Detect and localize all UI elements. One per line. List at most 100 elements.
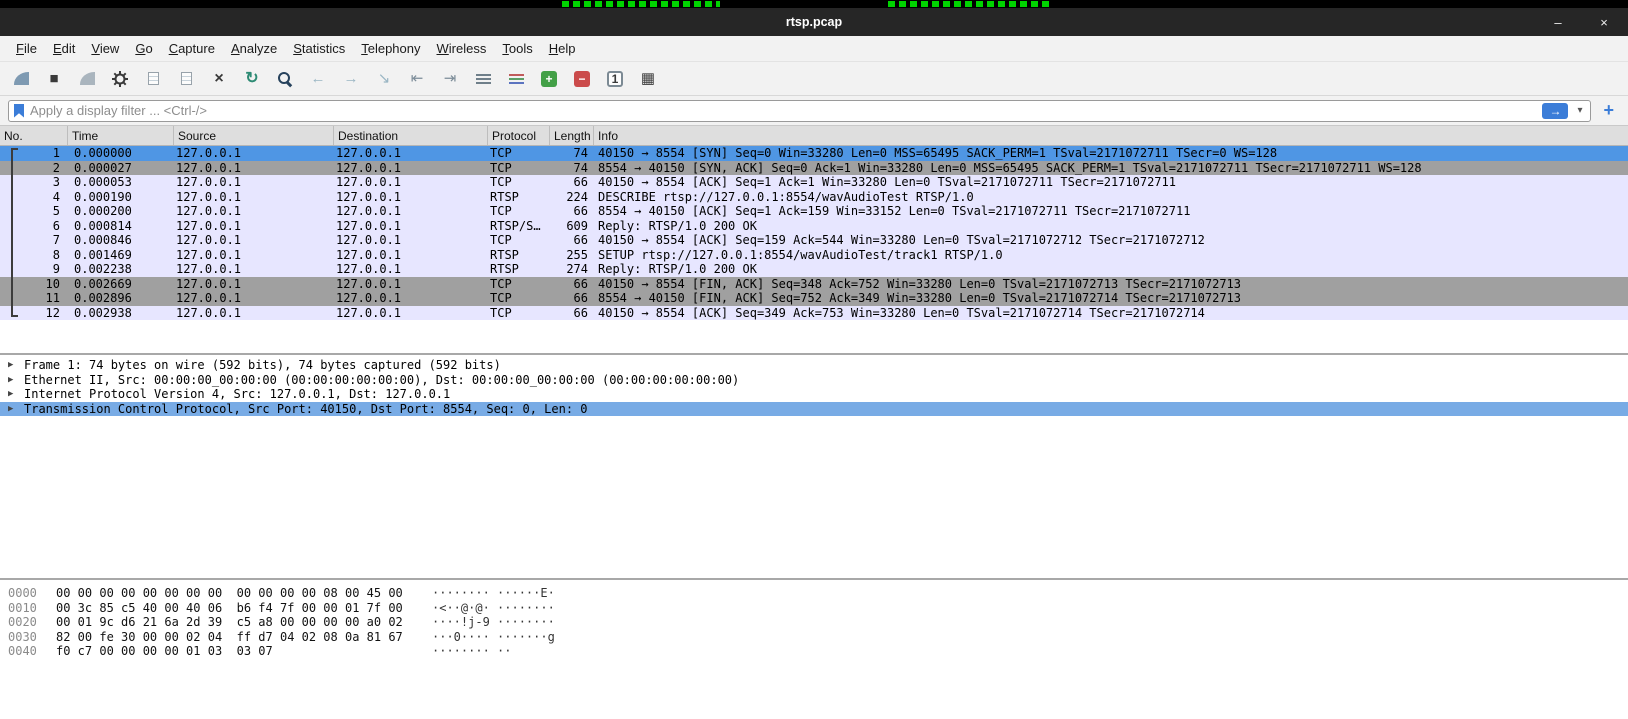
cell-src: 127.0.0.1 [174,161,334,176]
menu-view[interactable]: View [83,38,127,59]
packet-row-4[interactable]: 40.000190127.0.0.1127.0.0.1RTSP224DESCRI… [0,190,1628,205]
cell-time: 0.001469 [68,248,174,263]
find-packet-button[interactable] [272,66,298,92]
packet-row-10[interactable]: 100.002669127.0.0.1127.0.0.1TCP6640150 →… [0,277,1628,292]
column-header-no[interactable]: No. [0,126,68,145]
menu-tools[interactable]: Tools [494,38,540,59]
window-buttons: – × [1550,15,1612,30]
expand-arrow-icon[interactable]: ▶ [8,389,22,399]
packet-row-1[interactable]: 10.000000127.0.0.1127.0.0.1TCP7440150 → … [0,146,1628,161]
cell-len: 66 [550,204,594,219]
packet-row-2[interactable]: 20.000027127.0.0.1127.0.0.1TCP748554 → 4… [0,161,1628,176]
expand-arrow-icon[interactable]: ▶ [8,360,22,370]
cell-info: 8554 → 40150 [ACK] Seq=1 Ack=159 Win=331… [594,204,1628,219]
detail-line[interactable]: ▶Ethernet II, Src: 00:00:00_00:00:00 (00… [0,373,1628,388]
detail-line[interactable]: ▶Frame 1: 74 bytes on wire (592 bits), 7… [0,358,1628,373]
hex-row-0000[interactable]: 000000 00 00 00 00 00 00 00 00 00 00 00 … [0,586,1628,601]
go-forward-button[interactable]: → [338,66,364,92]
start-capture-button[interactable] [8,66,34,92]
menu-go[interactable]: Go [127,38,160,59]
colorize-button[interactable] [503,66,529,92]
display-filter-input[interactable] [30,103,1536,118]
go-last-packet-button[interactable]: ⇥ [437,66,463,92]
auto-scroll-button[interactable] [470,66,496,92]
hex-ascii: ···0···· ·······g [432,630,555,645]
terminal-text-artifact [888,1,1050,7]
desktop-background-strip [0,0,1628,8]
cell-info: Reply: RTSP/1.0 200 OK [594,262,1628,277]
cell-time: 0.000846 [68,233,174,248]
filter-dropdown-icon[interactable]: ▾ [1574,105,1585,116]
menu-wireless[interactable]: Wireless [429,38,495,59]
hex-row-0020[interactable]: 002000 01 9c d6 21 6a 2d 39 c5 a8 00 00 … [0,615,1628,630]
cell-src: 127.0.0.1 [174,146,334,161]
related-stream-indicator [11,148,16,317]
menu-telephony[interactable]: Telephony [353,38,428,59]
close-file-button[interactable]: × [206,66,232,92]
cell-len: 66 [550,175,594,190]
detail-line[interactable]: ▶Internet Protocol Version 4, Src: 127.0… [0,387,1628,402]
hex-ascii: ········ ······E· [432,586,555,601]
go-first-packet-button[interactable]: ⇤ [404,66,430,92]
close-button[interactable]: × [1596,15,1612,30]
column-header-length[interactable]: Length [550,126,594,145]
apply-filter-button[interactable]: → [1542,103,1568,119]
zoom-out-icon: − [574,71,590,87]
add-filter-button-plus-icon[interactable]: + [1597,100,1620,121]
hex-row-0040[interactable]: 0040f0 c7 00 00 00 00 01 03 03 07·······… [0,644,1628,659]
resize-columns-icon: ▦ [641,71,655,86]
stop-capture-button[interactable]: ■ [41,66,67,92]
column-header-time[interactable]: Time [68,126,174,145]
arrow-left-icon: ← [311,71,326,86]
packet-row-6[interactable]: 60.000814127.0.0.1127.0.0.1RTSP/S…609Rep… [0,219,1628,234]
go-to-packet-button[interactable]: ↘ [371,66,397,92]
hex-row-0030[interactable]: 003082 00 fe 30 00 00 02 04 ff d7 04 02 … [0,630,1628,645]
zoom-in-button[interactable]: + [536,66,562,92]
zoom-original-button[interactable]: 1 [602,66,628,92]
detail-line[interactable]: ▶Transmission Control Protocol, Src Port… [0,402,1628,417]
cell-len: 274 [550,262,594,277]
menu-help[interactable]: Help [541,38,584,59]
open-file-button[interactable] [140,66,166,92]
cell-len: 224 [550,190,594,205]
menu-capture[interactable]: Capture [161,38,223,59]
column-header-info[interactable]: Info [594,126,1628,145]
save-file-button[interactable] [173,66,199,92]
resize-columns-button[interactable]: ▦ [635,66,661,92]
hex-row-0010[interactable]: 001000 3c 85 c5 40 00 40 06 b6 f4 7f 00 … [0,601,1628,616]
cell-time: 0.002896 [68,291,174,306]
expand-arrow-icon[interactable]: ▶ [8,375,22,385]
menu-statistics[interactable]: Statistics [285,38,353,59]
packet-row-12[interactable]: 120.002938127.0.0.1127.0.0.1TCP6640150 →… [0,306,1628,321]
cell-dst: 127.0.0.1 [334,204,488,219]
menu-file[interactable]: File [8,38,45,59]
cell-dst: 127.0.0.1 [334,175,488,190]
filter-bookmark-icon[interactable] [14,104,24,118]
column-header-source[interactable]: Source [174,126,334,145]
packet-row-11[interactable]: 110.002896127.0.0.1127.0.0.1TCP668554 → … [0,291,1628,306]
cell-src: 127.0.0.1 [174,248,334,263]
cell-dst: 127.0.0.1 [334,161,488,176]
cell-proto: TCP [488,161,550,176]
cell-info: 8554 → 40150 [SYN, ACK] Seq=0 Ack=1 Win=… [594,161,1628,176]
go-back-button[interactable]: ← [305,66,331,92]
reload-file-button[interactable]: ↻ [239,66,265,92]
packet-row-7[interactable]: 70.000846127.0.0.1127.0.0.1TCP6640150 → … [0,233,1628,248]
menu-analyze[interactable]: Analyze [223,38,285,59]
restart-capture-button[interactable] [74,66,100,92]
packet-row-5[interactable]: 50.000200127.0.0.1127.0.0.1TCP668554 → 4… [0,204,1628,219]
hex-offset: 0040 [8,644,56,659]
save-file-icon [181,72,192,85]
expand-arrow-icon[interactable]: ▶ [8,404,22,414]
column-header-destination[interactable]: Destination [334,126,488,145]
menu-edit[interactable]: Edit [45,38,83,59]
column-header-protocol[interactable]: Protocol [488,126,550,145]
packet-row-9[interactable]: 90.002238127.0.0.1127.0.0.1RTSP274Reply:… [0,262,1628,277]
zoom-in-icon: + [541,71,557,87]
detail-line-text: Internet Protocol Version 4, Src: 127.0.… [22,387,450,401]
zoom-out-button[interactable]: − [569,66,595,92]
packet-row-8[interactable]: 80.001469127.0.0.1127.0.0.1RTSP255SETUP … [0,248,1628,263]
capture-options-button[interactable] [107,66,133,92]
minimize-button[interactable]: – [1550,15,1566,30]
packet-row-3[interactable]: 30.000053127.0.0.1127.0.0.1TCP6640150 → … [0,175,1628,190]
